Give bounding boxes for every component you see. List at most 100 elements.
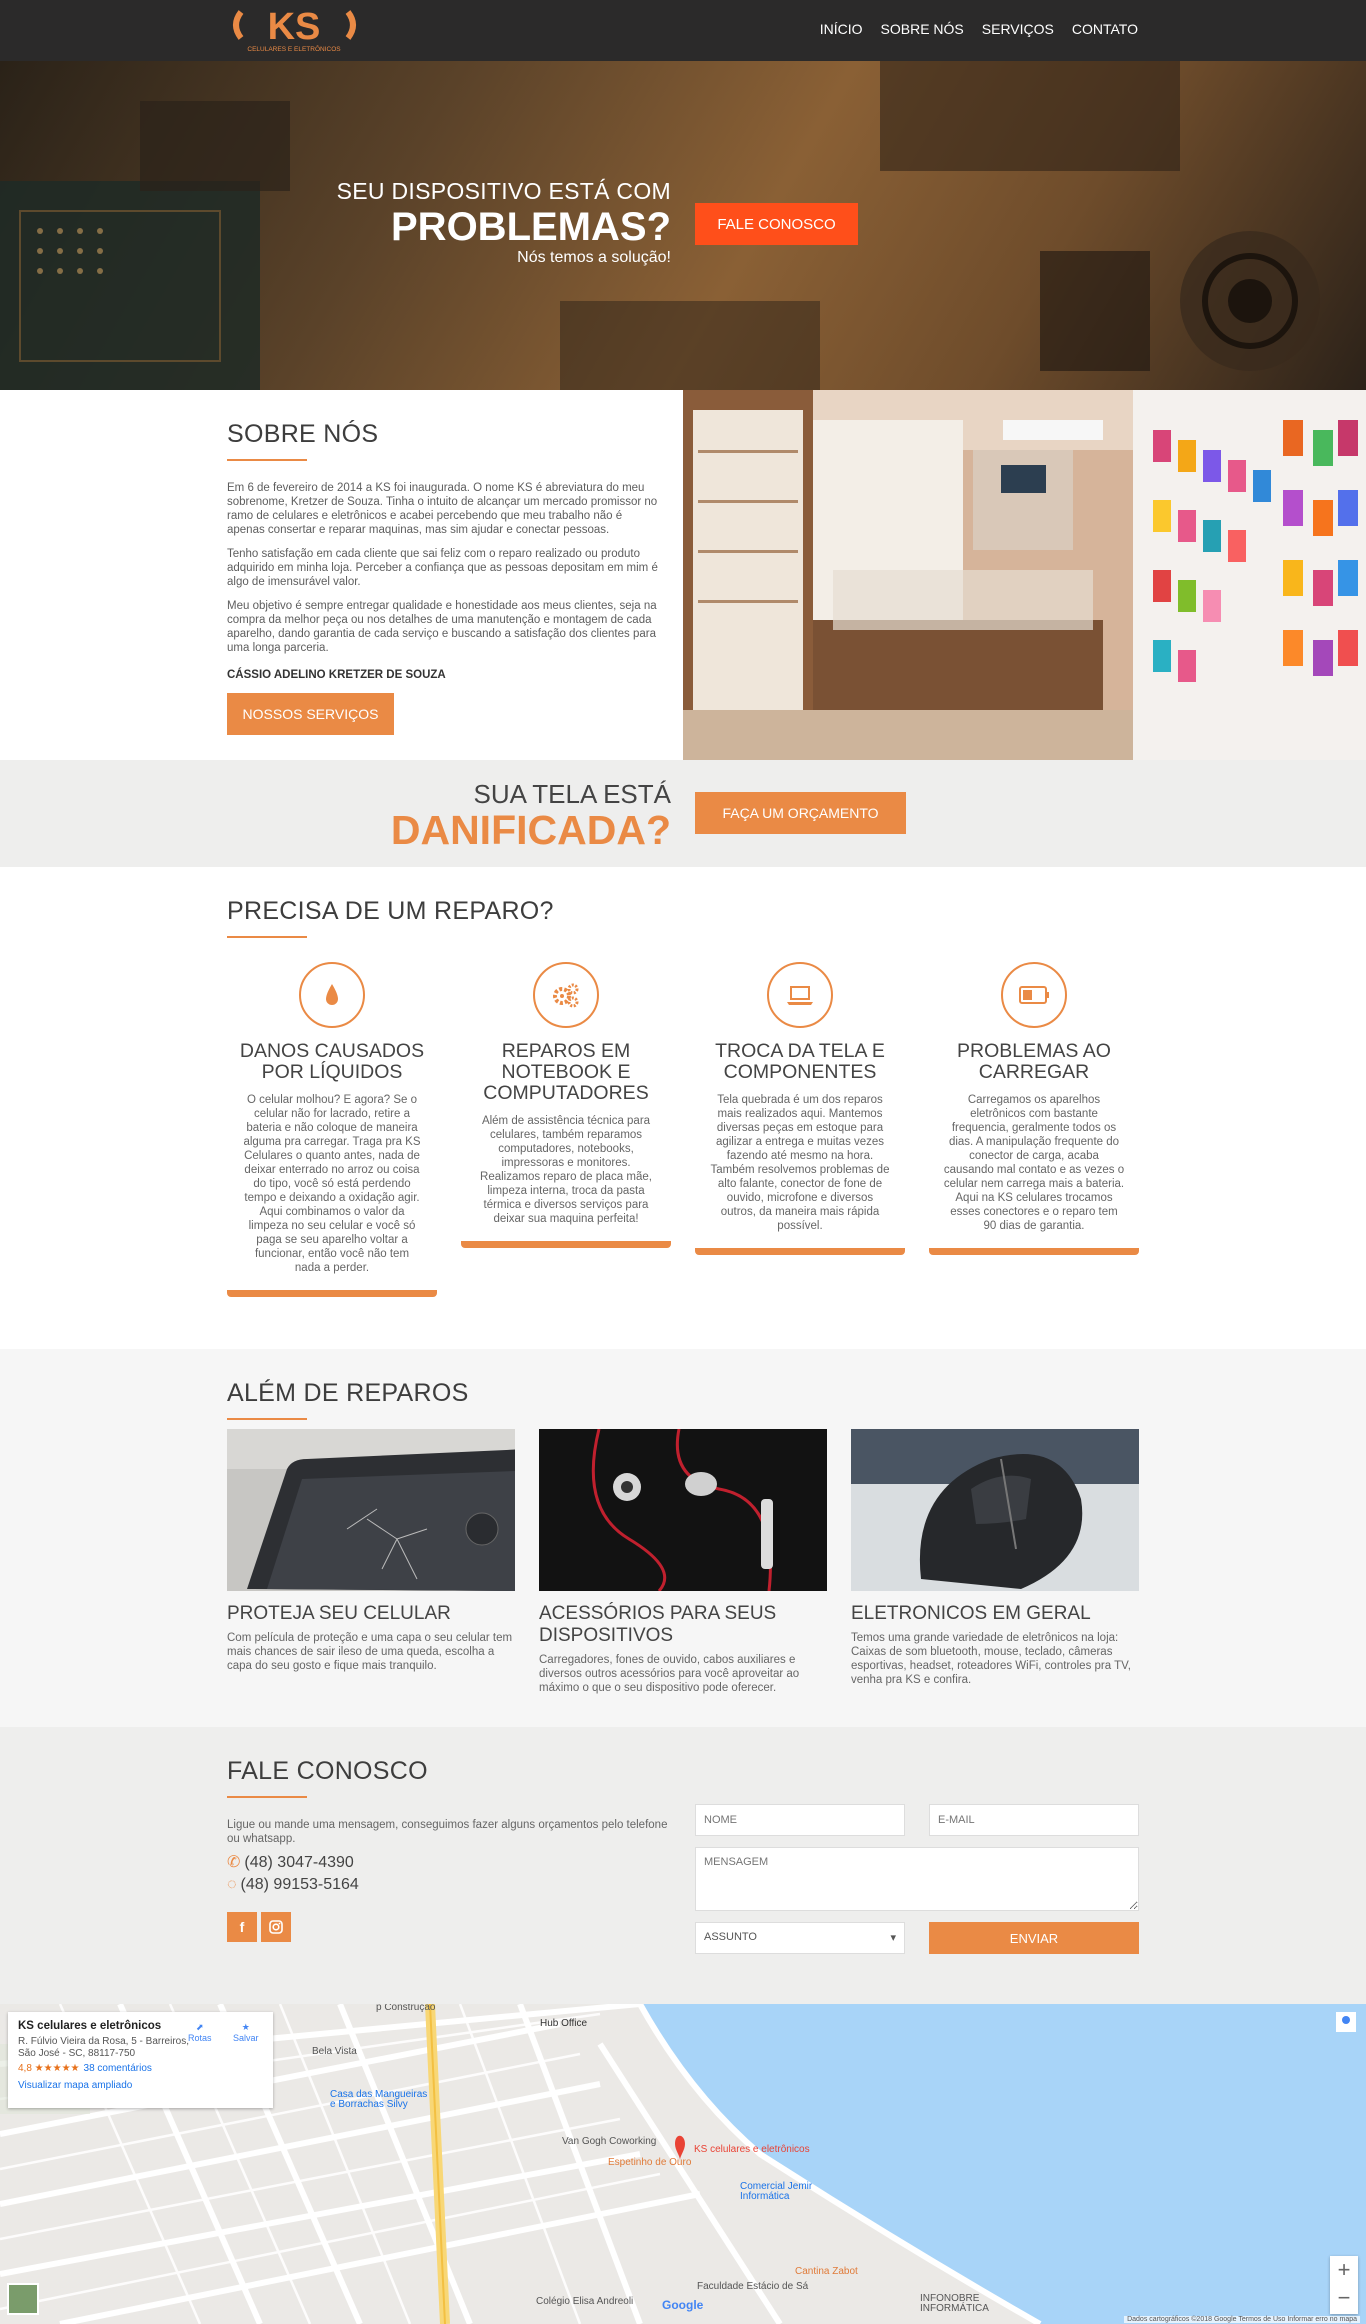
contact-section: FALE CONOSCO Ligue ou mande uma mensagem… (0, 1727, 1366, 2004)
phone-line[interactable]: ✆ (48) 3047-4390 (227, 1852, 677, 1872)
map-label: Comercial Jemir Informática (740, 2181, 813, 2202)
name-input[interactable] (695, 1804, 905, 1836)
main-nav: INÍCIO SOBRE NÓS SERVIÇOS CONTATO (820, 21, 1138, 37)
map-label: INFONOBRE INFORMÁTICA (920, 2293, 989, 2314)
store-photo (683, 390, 1366, 760)
instagram-icon[interactable] (261, 1912, 291, 1942)
nav-contato[interactable]: CONTATO (1072, 21, 1138, 37)
map-place-card: KS celulares e eletrônicos R. Fúlvio Vie… (8, 2012, 273, 2108)
nav-sobre-nos[interactable]: SOBRE NÓS (881, 21, 964, 37)
whatsapp-line[interactable]: ◌ (48) 99153-5164 (227, 1876, 677, 1894)
repair-card-liquids: DANOS CAUSADOS POR LÍQUIDOS O celular mo… (227, 962, 437, 1297)
map-label: Cantina Zabot (795, 2266, 858, 2277)
google-map[interactable]: Hub Office Van Gogh Coworking Espetinho … (0, 2004, 1366, 2324)
card-text: Carregamos os aparelhos eletrônicos com … (943, 1094, 1125, 1232)
email-input[interactable] (929, 1804, 1139, 1836)
hero-line3: Nós temos a solução! (517, 249, 671, 266)
about-section: SOBRE NÓS Em 6 de fevereiro de 2014 a KS… (0, 390, 1366, 760)
map-label: Hub Office (540, 2018, 588, 2029)
whatsapp-icon: ◌ (227, 1876, 237, 1893)
nav-inicio[interactable]: INÍCIO (820, 21, 863, 37)
contact-title: FALE CONOSCO (227, 1757, 428, 1785)
map-label: p Construção (376, 2004, 436, 2013)
cracked-phone-photo (227, 1429, 515, 1591)
product-title: ACESSÓRIOS PARA SEUS DISPOSITIVOS (539, 1603, 777, 1646)
card-title: TROCA DA TELA E COMPONENTES (715, 1040, 885, 1083)
title-underline (227, 1796, 307, 1798)
damaged-screen-band: SUA TELA ESTÁ DANIFICADA? FAÇA UM ORÇAME… (0, 760, 1366, 867)
map-label: Bela Vista (312, 2046, 357, 2057)
card-accent-bar (227, 1290, 437, 1297)
dropdown-arrow-icon: ▾ (890, 1932, 896, 1944)
map-label: Colégio Elisa Andreoli (536, 2296, 634, 2307)
card-accent-bar (695, 1248, 905, 1255)
battery-icon (1001, 962, 1067, 1028)
card-title: REPAROS EM NOTEBOOK E COMPUTADORES (483, 1040, 649, 1104)
hero-line2: PROBLEMAS? (391, 205, 671, 249)
map-place-label: KS celulares e eletrônicos (694, 2144, 810, 2155)
site-header: KS CELULARES E ELETRÔNICOS INÍCIO SOBRE … (0, 0, 1366, 61)
about-paragraph: Meu objetivo é sempre entregar qualidade… (227, 600, 657, 654)
star-icon: ★ (241, 2022, 250, 2032)
title-underline (227, 459, 307, 461)
routes-label: Rotas (188, 2033, 212, 2043)
directions-icon: ⬈ (195, 2022, 204, 2032)
product-card-protect: PROTEJA SEU CELULAR Com película de prot… (227, 1429, 515, 1673)
map-label: Espetinho de Ouro (608, 2157, 692, 2168)
facebook-icon[interactable]: f (227, 1912, 257, 1942)
fale-conosco-button[interactable]: FALE CONOSCO (695, 203, 858, 245)
place-rating: 4,8 ★★★★★ 38 comentários (18, 2063, 263, 2074)
beyond-title: ALÉM DE REPAROS (227, 1379, 469, 1407)
card-text: O celular molhou? E agora? Se o celular … (243, 1094, 421, 1274)
laptop-icon (767, 962, 833, 1028)
card-accent-bar (929, 1248, 1139, 1255)
repair-card-charging: PROBLEMAS AO CARREGAR Carregamos os apar… (929, 962, 1139, 1255)
zoom-in-button[interactable]: + (1330, 2256, 1358, 2284)
whatsapp-number: (48) 99153-5164 (240, 1876, 359, 1893)
title-underline (227, 936, 307, 938)
nav-servicos[interactable]: SERVIÇOS (982, 21, 1054, 37)
repair-card-notebook: REPAROS EM NOTEBOOK E COMPUTADORES Além … (461, 962, 671, 1248)
google-logo: Google (662, 2298, 704, 2312)
save-button[interactable]: ★ Salvar (233, 2022, 259, 2043)
enviar-button[interactable]: ENVIAR (929, 1922, 1139, 1954)
product-card-electronics: ELETRONICOS EM GERAL Temos uma grande va… (851, 1429, 1139, 1687)
message-textarea[interactable] (695, 1847, 1139, 1911)
svg-text:CELULARES E ELETRÔNICOS: CELULARES E ELETRÔNICOS (247, 44, 341, 53)
hero-line1: SEU DISPOSITIVO ESTÁ COM (336, 178, 671, 204)
satellite-toggle (7, 2283, 39, 2315)
gears-icon (533, 962, 599, 1028)
beyond-repairs-section: ALÉM DE REPAROS PROTEJA SEU CELULAR Com … (0, 1349, 1366, 1727)
map-label: Casa das Mangueiras e Borrachas Silvy (330, 2089, 428, 2110)
routes-button[interactable]: ⬈ Rotas (188, 2022, 212, 2043)
svg-text:KS: KS (268, 6, 321, 48)
card-title: PROBLEMAS AO CARREGAR (957, 1040, 1111, 1083)
map-attribution: Dados cartográficos ©2018 Google Termos … (1124, 2316, 1360, 2323)
gaming-mouse-photo (851, 1429, 1139, 1591)
about-content: SOBRE NÓS Em 6 de fevereiro de 2014 a KS… (227, 420, 662, 735)
damaged-headline: SUA TELA ESTÁ DANIFICADA? (391, 780, 671, 852)
nossos-servicos-button[interactable]: NOSSOS SERVIÇOS (227, 693, 394, 735)
product-card-accessories: ACESSÓRIOS PARA SEUS DISPOSITIVOS Carreg… (539, 1429, 827, 1695)
reviews-link[interactable]: 38 comentários (84, 2063, 152, 2074)
owner-signature: CÁSSIO ADELINO KRETZER DE SOUZA (227, 669, 446, 681)
about-paragraph: Tenho satisfação em cada cliente que sai… (227, 548, 658, 588)
product-text: Carregadores, fones de ouvido, cabos aux… (539, 1654, 800, 1694)
contact-info: FALE CONOSCO Ligue ou mande uma mensagem… (227, 1757, 677, 1942)
save-label: Salvar (233, 2033, 259, 2043)
product-title: PROTEJA SEU CELULAR (227, 1603, 451, 1624)
expand-map-link[interactable]: Visualizar mapa ampliado (18, 2080, 263, 2091)
repair-title: PRECISA DE UM REPARO? (227, 897, 554, 925)
subject-select[interactable]: ASSUNTO ▾ (695, 1922, 905, 1954)
zoom-controls: + − (1330, 2256, 1358, 2314)
subject-value: ASSUNTO (704, 1931, 757, 1943)
damaged-line2: DANIFICADA? (390, 807, 671, 853)
ks-logo[interactable]: KS CELULARES E ELETRÔNICOS (227, 6, 362, 56)
repair-section: PRECISA DE UM REPARO? DANOS CAUSADOS POR… (0, 867, 1366, 1349)
card-text: Além de assistência técnica para celular… (480, 1115, 652, 1225)
rating-stars: 4,8 ★★★★★ (18, 2063, 80, 2074)
map-label: Van Gogh Coworking (562, 2136, 657, 2147)
map-label: Faculdade Estácio de Sá (697, 2281, 809, 2292)
orcamento-button[interactable]: FAÇA UM ORÇAMENTO (695, 792, 906, 834)
zoom-out-button[interactable]: − (1330, 2284, 1358, 2312)
